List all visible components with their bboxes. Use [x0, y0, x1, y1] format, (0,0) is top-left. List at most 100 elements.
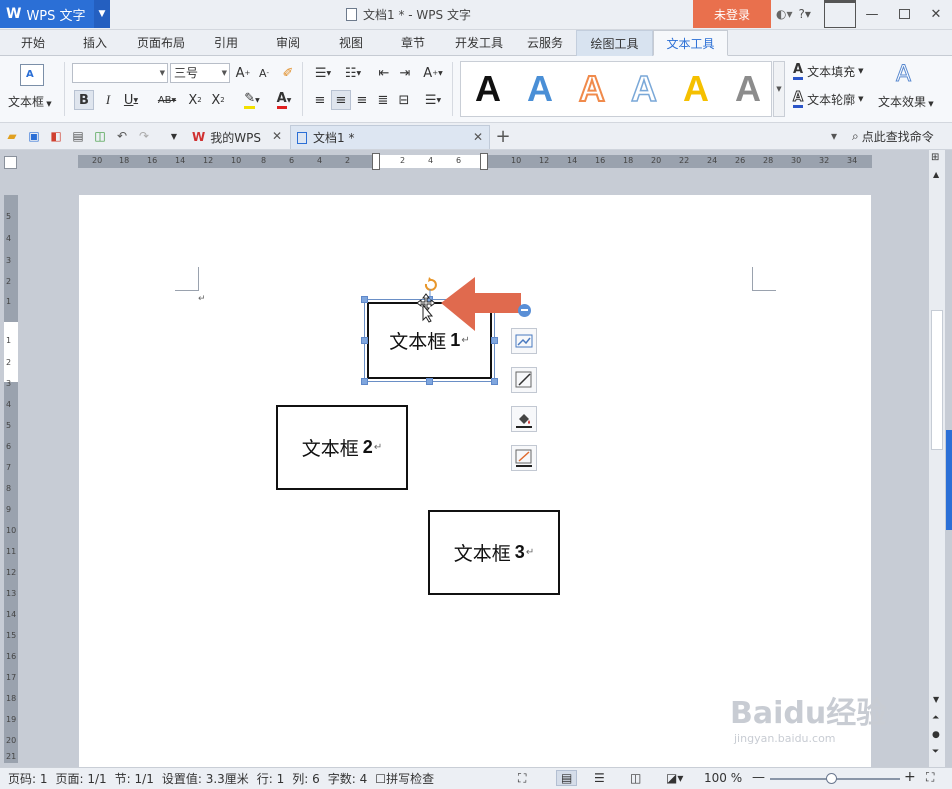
resize-handle[interactable] [361, 337, 368, 344]
zoom-out-icon[interactable]: — [752, 770, 765, 785]
textbox-2[interactable]: 文本框 2 ↵ [276, 405, 408, 490]
indent-marker-left[interactable] [372, 153, 380, 170]
textbox-icon[interactable]: A [20, 64, 44, 86]
textbox-button[interactable]: 文本框 ▼ [8, 93, 52, 110]
select-browse-icon[interactable]: ● [932, 730, 940, 740]
grow-font-icon[interactable]: A + [233, 63, 253, 83]
scroll-up-icon[interactable]: ▲ [933, 170, 939, 179]
text-style-gallery[interactable]: A A A A A A [460, 61, 772, 117]
style-gold[interactable]: A [673, 66, 719, 112]
redo-icon[interactable]: ↷ [136, 129, 152, 143]
text-fill-button[interactable]: A 文本填充 ▼ [793, 62, 863, 80]
superscript-button[interactable]: X2 [185, 90, 205, 110]
tab-view[interactable]: 视图 [328, 30, 374, 56]
quick-access-dropdown-icon[interactable]: ▼ [166, 129, 182, 143]
collapse-toolbar-icon[interactable] [518, 304, 531, 317]
align-center-icon[interactable]: ≡ [331, 90, 351, 110]
shape-style-button[interactable] [511, 367, 537, 393]
style-blue[interactable]: A [517, 66, 563, 112]
textbox-3[interactable]: 文本框 3 ↵ [428, 510, 560, 595]
resize-handle[interactable] [361, 378, 368, 385]
zoom-slider-knob[interactable] [826, 773, 837, 784]
font-name-select[interactable]: ▼ [72, 63, 168, 83]
gallery-scroll[interactable]: ▼ [773, 61, 785, 117]
fit-window-icon[interactable]: ⛶ [926, 770, 934, 785]
clear-format-icon[interactable]: ✐ [278, 63, 298, 83]
align-right-icon[interactable]: ≡ [352, 90, 372, 110]
tab-references[interactable]: 引用 [203, 30, 249, 56]
indent-marker-right[interactable] [480, 153, 488, 170]
tab-cloud[interactable]: 云服务 [516, 30, 574, 56]
chevron-down-icon[interactable]: ▼ [94, 0, 110, 28]
print-preview-icon[interactable]: ◫ [92, 129, 108, 143]
decrease-indent-icon[interactable]: ⇤ [374, 63, 394, 83]
underline-button[interactable]: U ▼ [121, 90, 141, 110]
minimize-button[interactable]: — [856, 0, 888, 28]
outline-color-button[interactable] [511, 445, 537, 471]
tab-review[interactable]: 审阅 [265, 30, 311, 56]
distribute-icon[interactable]: ⊟ [394, 90, 414, 110]
undo-icon[interactable]: ↶ [114, 129, 130, 143]
horizontal-ruler[interactable]: 20 18 16 14 12 10 8 6 4 2 2 4 6 8 10 12 … [78, 153, 872, 170]
vertical-ruler[interactable]: 5 4 3 2 1 1 2 3 4 5 6 7 8 9 10 11 12 13 … [4, 195, 18, 763]
vertical-scrollbar[interactable]: ⊞ ▲ ▼ ⏶ ● ⏷ [929, 150, 945, 767]
scroll-down-icon[interactable]: ▼ [933, 695, 939, 704]
command-panel-icon[interactable]: ▾ [826, 129, 842, 143]
close-icon[interactable]: ✕ [473, 130, 483, 144]
style-orange-outline[interactable]: A [569, 66, 615, 112]
close-button[interactable]: ✕ [920, 0, 952, 28]
text-effect-button[interactable]: 文本效果 ▼ [878, 93, 934, 110]
resize-handle[interactable] [491, 378, 498, 385]
bold-button[interactable]: B [74, 90, 94, 110]
close-icon[interactable]: ✕ [272, 129, 282, 143]
tab-text-tools[interactable]: 文本工具 [653, 30, 728, 56]
export-pdf-icon[interactable]: ◧ [48, 129, 64, 143]
zoom-level[interactable]: 100 % [704, 771, 742, 785]
new-tab-icon[interactable]: + [495, 126, 511, 147]
print-icon[interactable]: ▤ [70, 129, 86, 143]
zoom-in-icon[interactable]: + [904, 769, 916, 785]
line-spacing-icon[interactable]: ☰ ▼ [420, 90, 446, 110]
font-color-icon[interactable]: A ▼ [270, 90, 298, 110]
reading-mode-icon[interactable]: ◪▾ [666, 771, 683, 785]
italic-button[interactable]: I [98, 90, 118, 110]
maximize-button[interactable] [888, 0, 920, 28]
save-icon[interactable]: ▣ [26, 129, 42, 143]
spell-check-toggle[interactable]: ☐拼写检查 [375, 770, 434, 787]
upload-icon[interactable] [824, 0, 856, 28]
app-menu-button[interactable]: W WPS 文字 ▼ [0, 0, 110, 28]
tab-start[interactable]: 开始 [8, 30, 58, 56]
resize-handle[interactable] [491, 337, 498, 344]
resize-handle[interactable] [426, 378, 433, 385]
web-view-icon[interactable]: ◫ [630, 771, 641, 785]
increase-indent-icon[interactable]: ⇥ [395, 63, 415, 83]
text-direction-icon[interactable]: A + ▼ [420, 63, 446, 83]
bullet-list-icon[interactable]: ☰ ▼ [310, 63, 336, 83]
highlight-icon[interactable]: ✎ ▼ [238, 90, 266, 110]
doc-tab-document1[interactable]: 文档1 * ✕ [290, 125, 490, 149]
align-left-icon[interactable]: ≡ [310, 90, 330, 110]
help-icon[interactable]: ?▾ [799, 7, 811, 21]
tab-developer[interactable]: 开发工具 [447, 30, 511, 56]
resize-handle[interactable] [361, 296, 368, 303]
style-blue-outline[interactable]: A [621, 66, 667, 112]
shrink-font-icon[interactable]: A- [254, 63, 274, 83]
side-panel-tab[interactable] [946, 430, 952, 530]
numbered-list-icon[interactable]: ☷ ▼ [340, 63, 366, 83]
text-outline-button[interactable]: A 文本轮廓 ▼ [792, 90, 863, 108]
status-chars[interactable]: 字数: 4 [328, 770, 368, 787]
justify-icon[interactable]: ≣ [373, 90, 393, 110]
scroll-thumb[interactable] [931, 310, 943, 450]
subscript-button[interactable]: X2 [208, 90, 228, 110]
style-gray[interactable]: A [725, 66, 771, 112]
split-icon[interactable]: ⊞ [931, 152, 939, 163]
tab-insert[interactable]: 插入 [70, 30, 120, 56]
style-black[interactable]: A [465, 66, 511, 112]
login-button[interactable]: 未登录 [693, 0, 771, 28]
page-view-icon[interactable]: ▤ [556, 770, 578, 786]
doc-tab-mywps[interactable]: W 我的WPS ✕ [186, 125, 288, 149]
layout-options-button[interactable] [511, 328, 537, 354]
skin-icon[interactable]: ◐▾ [776, 7, 793, 21]
open-folder-icon[interactable]: ▰ [4, 129, 20, 143]
tab-section[interactable]: 章节 [390, 30, 436, 56]
